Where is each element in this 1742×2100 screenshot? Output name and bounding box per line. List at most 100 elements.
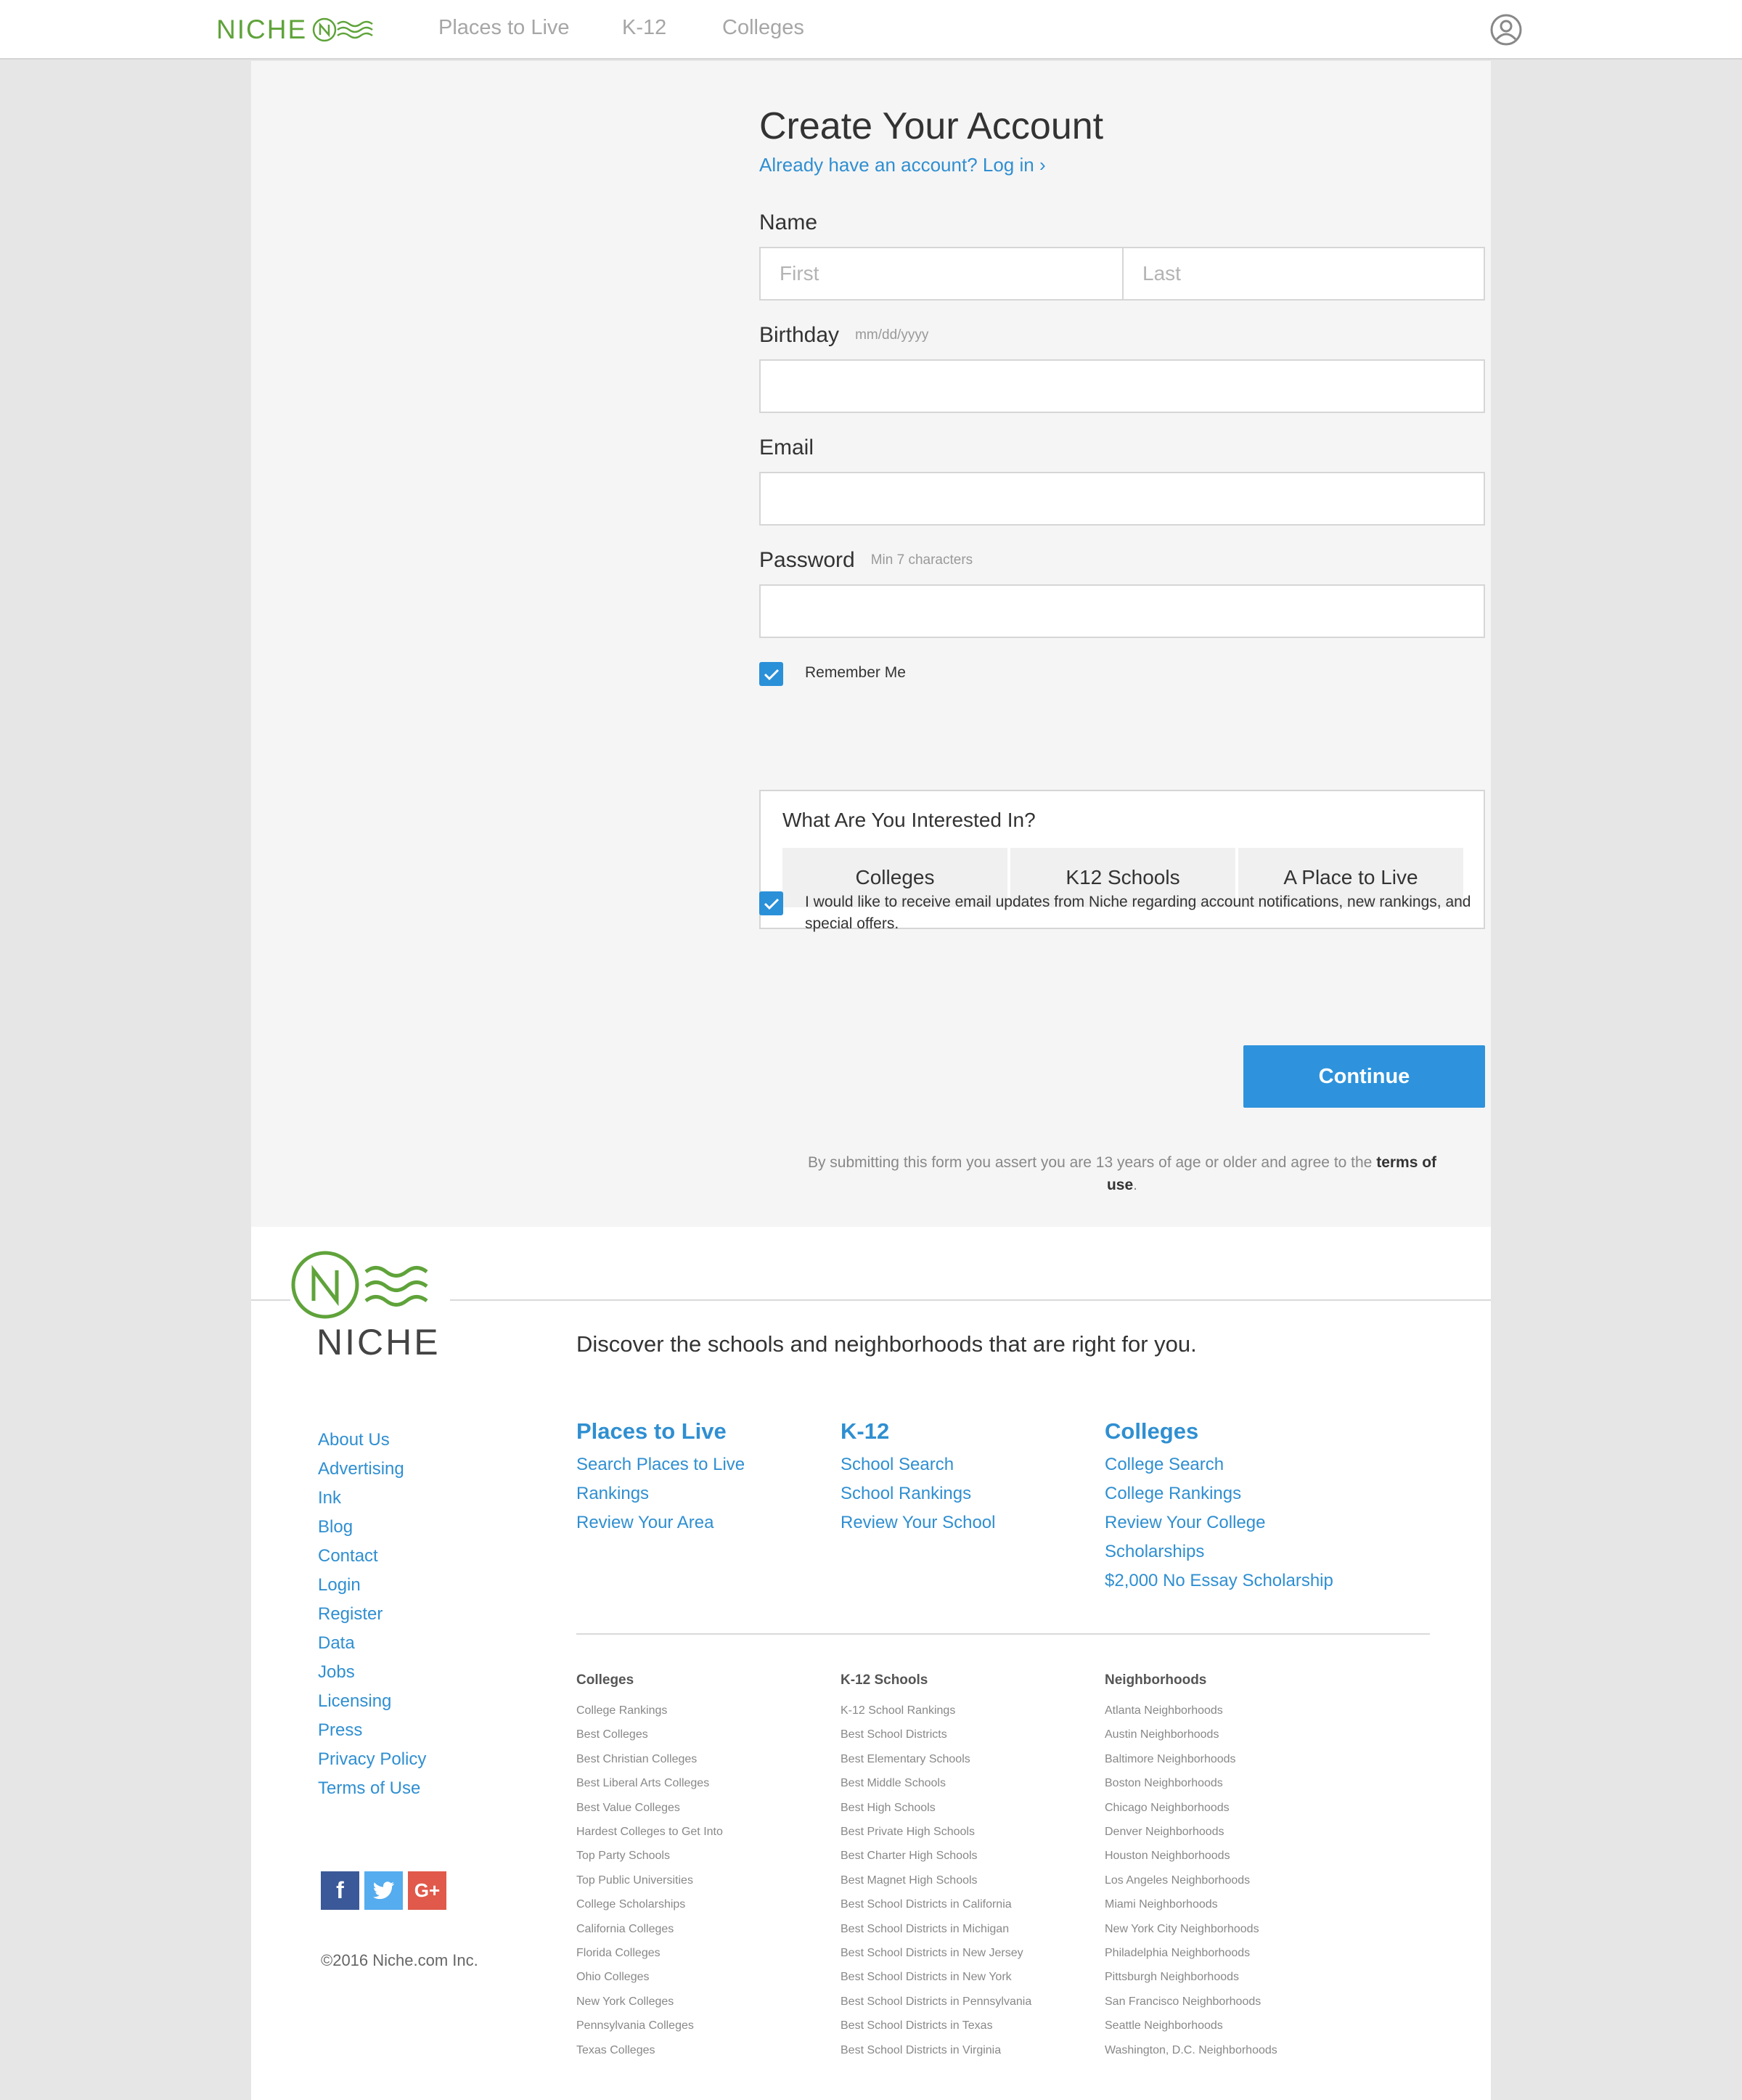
niche-logo[interactable]: NICHE <box>216 13 374 46</box>
email-updates-row[interactable]: I would like to receive email updates fr… <box>759 891 1485 935</box>
footer-link-blog[interactable]: Blog <box>318 1513 426 1542</box>
nav-link-k12[interactable]: K-12 <box>622 16 666 40</box>
footer-list-title: Neighborhoods <box>1105 1672 1207 1688</box>
remember-me-row[interactable]: Remember Me <box>759 662 906 686</box>
footer-list-link[interactable]: College Scholarships <box>576 1892 723 1916</box>
footer-link-about-us[interactable]: About Us <box>318 1426 426 1455</box>
footer-list-link[interactable]: Best School Districts in California <box>841 1892 1031 1916</box>
footer-category-title[interactable]: Colleges <box>1105 1417 1333 1446</box>
footer-link-jobs[interactable]: Jobs <box>318 1658 426 1687</box>
footer-link-contact[interactable]: Contact <box>318 1542 426 1571</box>
footer-list-link[interactable]: Ohio Colleges <box>576 1965 723 1989</box>
footer-list-link[interactable]: Hardest Colleges to Get Into <box>576 1820 723 1844</box>
footer-list-link[interactable]: Chicago Neighborhoods <box>1105 1796 1277 1820</box>
twitter-icon[interactable] <box>364 1871 403 1910</box>
footer-category-link[interactable]: College Rankings <box>1105 1479 1333 1508</box>
footer-list-link[interactable]: Best School Districts in Texas <box>841 2014 1031 2038</box>
footer-link-ink[interactable]: Ink <box>318 1484 426 1513</box>
footer-link-login[interactable]: Login <box>318 1571 426 1600</box>
footer-category-link[interactable]: School Rankings <box>841 1479 995 1508</box>
footer-link-licensing[interactable]: Licensing <box>318 1687 426 1716</box>
footer-list-link[interactable]: Best Colleges <box>576 1723 723 1746</box>
footer-list-link[interactable]: Top Public Universities <box>576 1868 723 1892</box>
footer-category-link[interactable]: $2,000 No Essay Scholarship <box>1105 1566 1333 1596</box>
footer-category-places: Places to Live Search Places to Live Ran… <box>576 1417 745 1537</box>
footer-category-link[interactable]: College Search <box>1105 1450 1333 1479</box>
footer-list-link[interactable]: Best School Districts <box>841 1723 1031 1746</box>
footer-link-data[interactable]: Data <box>318 1629 426 1658</box>
footer-list-link[interactable]: Best High Schools <box>841 1796 1031 1820</box>
footer-list-link[interactable]: Best Magnet High Schools <box>841 1868 1031 1892</box>
footer-list-link[interactable]: Pittsburgh Neighborhoods <box>1105 1965 1277 1989</box>
birthday-label: Birthday <box>759 323 840 347</box>
footer-list-link[interactable]: Los Angeles Neighborhoods <box>1105 1868 1277 1892</box>
footer-list-link[interactable]: New York Colleges <box>576 1990 723 2014</box>
footer-list-link[interactable]: Best Christian Colleges <box>576 1747 723 1771</box>
footer-category-link[interactable]: Scholarships <box>1105 1537 1333 1566</box>
nav-link-places-to-live[interactable]: Places to Live <box>438 16 570 40</box>
footer-list-link[interactable]: Best School Districts in New Jersey <box>841 1941 1031 1965</box>
footer-list-link[interactable]: College Rankings <box>576 1699 723 1723</box>
footer-list-link[interactable]: Denver Neighborhoods <box>1105 1820 1277 1844</box>
footer-logo[interactable]: NICHE <box>290 1250 450 1366</box>
footer-list-link[interactable]: Atlanta Neighborhoods <box>1105 1699 1277 1723</box>
footer-list-link[interactable]: Best Private High Schools <box>841 1820 1031 1844</box>
footer-list-link[interactable]: Best Liberal Arts Colleges <box>576 1771 723 1795</box>
footer-list-link[interactable]: Best School Districts in Michigan <box>841 1917 1031 1941</box>
remember-me-checkbox[interactable] <box>759 662 783 686</box>
footer-category-k12: K-12 School Search School Rankings Revie… <box>841 1417 995 1537</box>
terms-notice: By submitting this form you assert you a… <box>796 1151 1449 1196</box>
footer-list-link[interactable]: Best Elementary Schools <box>841 1747 1031 1771</box>
footer-list-link[interactable]: Pennsylvania Colleges <box>576 2014 723 2038</box>
footer-list-link[interactable]: Best School Districts in Virginia <box>841 2038 1031 2062</box>
footer-list-link[interactable]: Best Middle Schools <box>841 1771 1031 1795</box>
facebook-icon[interactable]: f <box>321 1871 359 1910</box>
password-input[interactable] <box>761 586 1484 637</box>
footer-list-link[interactable]: California Colleges <box>576 1917 723 1941</box>
footer-category-link[interactable]: Review Your School <box>841 1508 995 1537</box>
footer-list-link[interactable]: New York City Neighborhoods <box>1105 1917 1277 1941</box>
footer-list-link[interactable]: Washington, D.C. Neighborhoods <box>1105 2038 1277 2062</box>
footer-link-advertising[interactable]: Advertising <box>318 1455 426 1484</box>
nav-link-colleges[interactable]: Colleges <box>722 16 804 40</box>
first-name-input[interactable] <box>761 248 1122 299</box>
footer-list-link[interactable]: Boston Neighborhoods <box>1105 1771 1277 1795</box>
email-updates-checkbox[interactable] <box>759 891 783 915</box>
footer-list-link[interactable]: Best Charter High Schools <box>841 1844 1031 1868</box>
footer-category-link[interactable]: Rankings <box>576 1479 745 1508</box>
first-name-wrapper <box>761 248 1122 299</box>
footer-list-link[interactable]: Baltimore Neighborhoods <box>1105 1747 1277 1771</box>
birthday-input[interactable] <box>761 361 1484 412</box>
footer-category-link[interactable]: Review Your Area <box>576 1508 745 1537</box>
user-account-icon[interactable] <box>1489 13 1523 46</box>
footer-list-link[interactable]: Miami Neighborhoods <box>1105 1892 1277 1916</box>
footer-link-terms-of-use[interactable]: Terms of Use <box>318 1774 426 1803</box>
top-navigation: NICHE Places to Live K-12 Colleges <box>0 0 1742 60</box>
email-input[interactable] <box>761 473 1484 524</box>
footer-list-link[interactable]: Houston Neighborhoods <box>1105 1844 1277 1868</box>
footer-category-title[interactable]: Places to Live <box>576 1417 745 1446</box>
footer-link-privacy-policy[interactable]: Privacy Policy <box>318 1745 426 1774</box>
footer-list-link[interactable]: Florida Colleges <box>576 1941 723 1965</box>
footer-list-link[interactable]: Austin Neighborhoods <box>1105 1723 1277 1746</box>
footer-list-link[interactable]: San Francisco Neighborhoods <box>1105 1990 1277 2014</box>
footer-link-press[interactable]: Press <box>318 1716 426 1745</box>
footer-list-link[interactable]: Texas Colleges <box>576 2038 723 2062</box>
google-plus-icon[interactable]: G+ <box>408 1871 446 1910</box>
last-name-input[interactable] <box>1124 248 1484 299</box>
footer-category-link[interactable]: Search Places to Live <box>576 1450 745 1479</box>
login-link[interactable]: Already have an account? Log in › <box>759 154 1046 176</box>
footer-category-title[interactable]: K-12 <box>841 1417 995 1446</box>
footer-link-register[interactable]: Register <box>318 1600 426 1629</box>
footer-category-link[interactable]: School Search <box>841 1450 995 1479</box>
footer-list-link[interactable]: Top Party Schools <box>576 1844 723 1868</box>
footer-list-link[interactable]: Best Value Colleges <box>576 1796 723 1820</box>
footer-list-link[interactable]: Best School Districts in New York <box>841 1965 1031 1989</box>
birthday-hint: mm/dd/yyyy <box>855 327 929 343</box>
footer-list-link[interactable]: K-12 School Rankings <box>841 1699 1031 1723</box>
footer-list-link[interactable]: Seattle Neighborhoods <box>1105 2014 1277 2038</box>
footer-list-link[interactable]: Best School Districts in Pennsylvania <box>841 1990 1031 2014</box>
continue-button[interactable]: Continue <box>1243 1045 1485 1108</box>
footer-list-link[interactable]: Philadelphia Neighborhoods <box>1105 1941 1277 1965</box>
footer-category-link[interactable]: Review Your College <box>1105 1508 1333 1537</box>
